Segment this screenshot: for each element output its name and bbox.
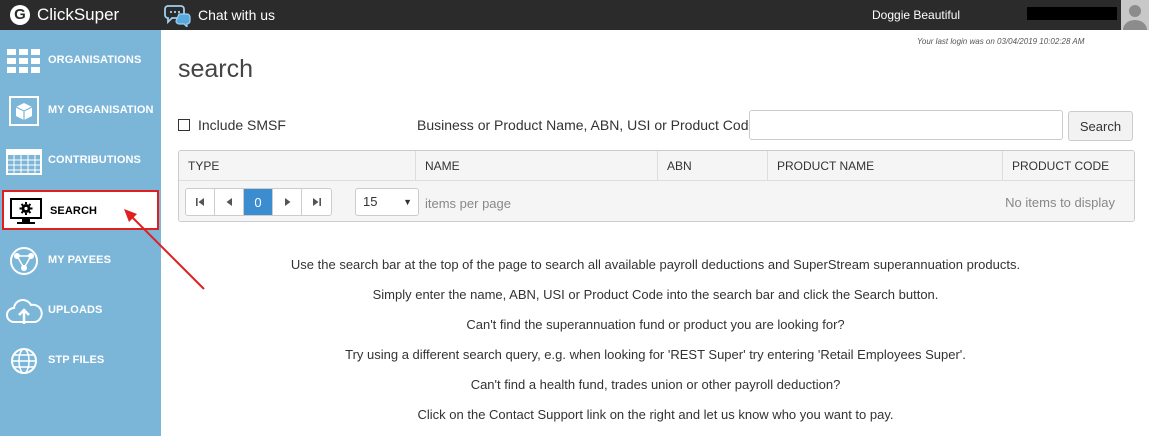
next-page-icon — [284, 198, 290, 206]
current-page-button[interactable]: 0 — [244, 189, 273, 215]
help-text: Use the search bar at the top of the pag… — [162, 258, 1149, 436]
calendar-icon — [6, 149, 42, 175]
column-header-product-code[interactable]: PRODUCT CODE — [1003, 151, 1134, 181]
last-page-icon — [313, 198, 321, 206]
sidebar-item-label: STP FILES — [48, 354, 105, 366]
sidebar-item-my-organisation[interactable]: MY ORGANISATION — [0, 88, 161, 134]
previous-page-button[interactable] — [215, 189, 244, 215]
search-button[interactable]: Search — [1068, 111, 1133, 141]
previous-page-icon — [226, 198, 232, 206]
checkbox-box[interactable] — [178, 119, 190, 131]
sidebar-item-stp-files[interactable]: STP FILES — [0, 338, 161, 384]
last-page-button[interactable] — [302, 189, 331, 215]
chevron-down-icon: ▼ — [403, 197, 412, 207]
page-size-select[interactable]: 15 ▼ — [355, 188, 419, 216]
chat-with-us-link[interactable]: Chat with us — [164, 2, 275, 28]
logo-mark: G — [10, 5, 30, 25]
grid-pager: 0 15 ▼ items per page No items to displa… — [179, 181, 1134, 221]
globe-icon — [11, 348, 37, 374]
redacted-block — [1027, 7, 1117, 20]
include-smsf-checkbox[interactable]: Include SMSF — [178, 117, 286, 133]
no-items-message: No items to display — [1005, 195, 1115, 210]
chat-label: Chat with us — [198, 7, 276, 23]
sidebar-item-uploads[interactable]: UPLOADS — [0, 288, 161, 334]
search-label: Business or Product Name, ABN, USI or Pr… — [417, 117, 757, 133]
search-input[interactable] — [749, 110, 1063, 140]
user-silhouette-icon — [1123, 5, 1147, 30]
grid-header: TYPE NAME ABN PRODUCT NAME PRODUCT CODE — [179, 151, 1134, 181]
column-header-type[interactable]: TYPE — [179, 151, 416, 181]
help-line: Simply enter the name, ABN, USI or Produ… — [372, 287, 939, 302]
sidebar-item-my-payees[interactable]: MY PAYEES — [0, 238, 161, 284]
monitor-gear-icon — [10, 198, 42, 224]
help-line: Can't find a health fund, trades union o… — [470, 377, 841, 392]
help-line: Can't find the superannuation fund or pr… — [466, 317, 845, 332]
next-page-button[interactable] — [273, 189, 302, 215]
sidebar-item-label: MY ORGANISATION — [48, 104, 154, 116]
sidebar-item-search[interactable]: SEARCH — [2, 190, 159, 230]
first-page-icon — [195, 198, 204, 206]
sidebar-item-label: CONTRIBUTIONS — [48, 154, 141, 166]
sidebar-item-label: UPLOADS — [48, 304, 103, 316]
sidebar-item-label: ORGANISATIONS — [48, 54, 142, 66]
chat-bubbles-icon — [164, 5, 191, 27]
first-page-button[interactable] — [186, 189, 215, 215]
user-name[interactable]: Doggie Beautiful — [872, 8, 960, 22]
help-line: Use the search bar at the top of the pag… — [290, 257, 1021, 272]
avatar[interactable] — [1121, 0, 1149, 30]
column-header-abn[interactable]: ABN — [658, 151, 768, 181]
clicksuper-logo[interactable]: G ClickSuper — [10, 4, 119, 26]
network-globe-icon — [10, 247, 38, 275]
help-line: Try using a different search query, e.g.… — [345, 347, 966, 362]
page-size-value: 15 — [363, 194, 378, 209]
organisations-grid-icon — [7, 49, 40, 73]
results-grid: TYPE NAME ABN PRODUCT NAME PRODUCT CODE … — [178, 150, 1135, 222]
top-bar: G ClickSuper Chat with us Doggie Beautif… — [0, 0, 1149, 30]
logo-text: ClickSuper — [37, 5, 120, 24]
last-login-text: Your last login was on 03/04/2019 10:02:… — [917, 37, 1085, 46]
items-per-page-label: items per page — [425, 196, 511, 211]
column-header-name[interactable]: NAME — [416, 151, 658, 181]
pager-buttons: 0 — [185, 188, 332, 216]
help-line: Click on the Contact Support link on the… — [417, 407, 894, 422]
page-title: search — [178, 55, 254, 83]
sidebar-item-label: SEARCH — [50, 205, 98, 217]
sidebar-item-organisations[interactable]: ORGANISATIONS — [0, 38, 161, 84]
sidebar-item-contributions[interactable]: CONTRIBUTIONS — [0, 138, 161, 184]
include-smsf-label: Include SMSF — [198, 117, 286, 133]
sidebar-item-label: MY PAYEES — [48, 254, 112, 266]
column-header-product-name[interactable]: PRODUCT NAME — [768, 151, 1003, 181]
sidebar: ORGANISATIONS MY ORGANISATION CONTRIBUTI… — [0, 30, 161, 436]
cube-box-icon — [9, 96, 39, 126]
cloud-upload-icon — [6, 299, 43, 324]
